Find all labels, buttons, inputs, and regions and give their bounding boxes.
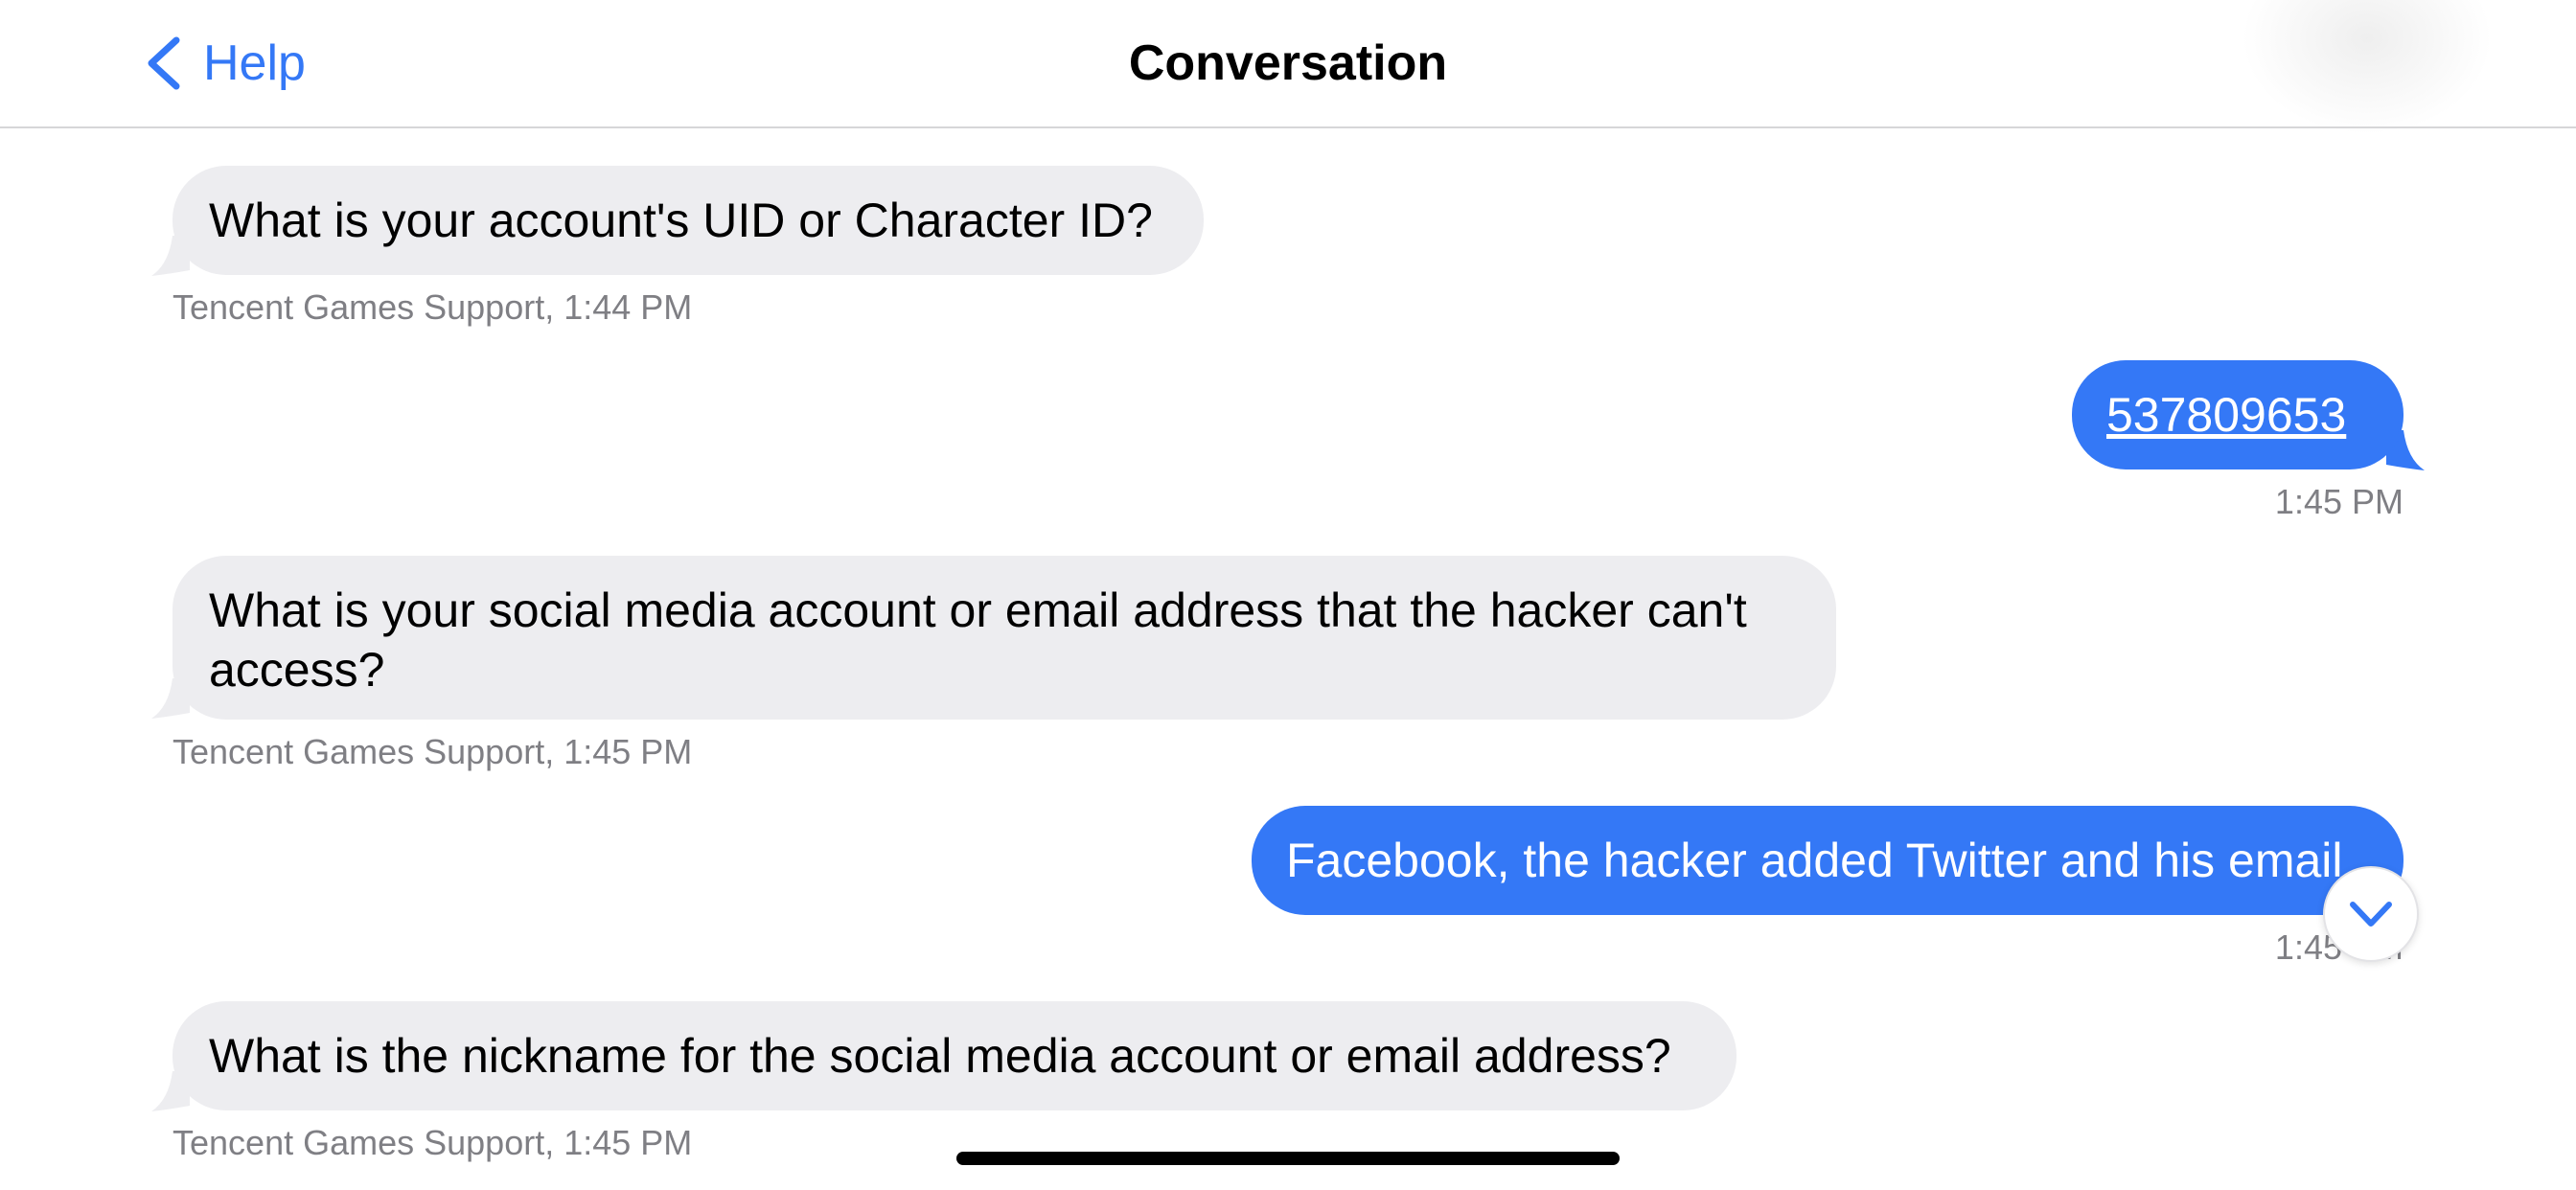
message-meta: 1:45 PM (2274, 482, 2404, 521)
scroll-to-bottom-button[interactable] (2323, 866, 2419, 962)
message-meta: Tencent Games Support, 1:44 PM (172, 287, 693, 327)
home-indicator[interactable] (956, 1152, 1620, 1165)
message-meta: Tencent Games Support, 1:45 PM (172, 732, 693, 771)
message-text: Facebook, the hacker added Twitter and h… (1286, 834, 2343, 887)
page-title: Conversation (1128, 35, 1448, 91)
message-text: What is the nickname for the social medi… (209, 1029, 1671, 1083)
outgoing-message-bubble: 537809653 (2072, 360, 2404, 469)
outgoing-message-bubble: Facebook, the hacker added Twitter and h… (1252, 806, 2404, 915)
message-link[interactable]: 537809653 (2106, 388, 2346, 442)
message-meta: Tencent Games Support, 1:45 PM (172, 1123, 693, 1162)
message-text: What is your account's UID or Character … (209, 194, 1153, 247)
navigation-bar: Help Conversation (0, 0, 2576, 134)
status-area-blur (2242, 0, 2492, 134)
chevron-down-icon (2350, 902, 2392, 927)
message-text: What is your social media account or ema… (209, 584, 1747, 697)
incoming-message-bubble: What is the nickname for the social medi… (172, 1001, 1736, 1110)
conversation-screen: Help Conversation What is your account's… (0, 0, 2576, 1190)
incoming-message-bubble: What is your account's UID or Character … (172, 166, 1204, 275)
incoming-message-bubble: What is your social media account or ema… (172, 556, 1836, 720)
